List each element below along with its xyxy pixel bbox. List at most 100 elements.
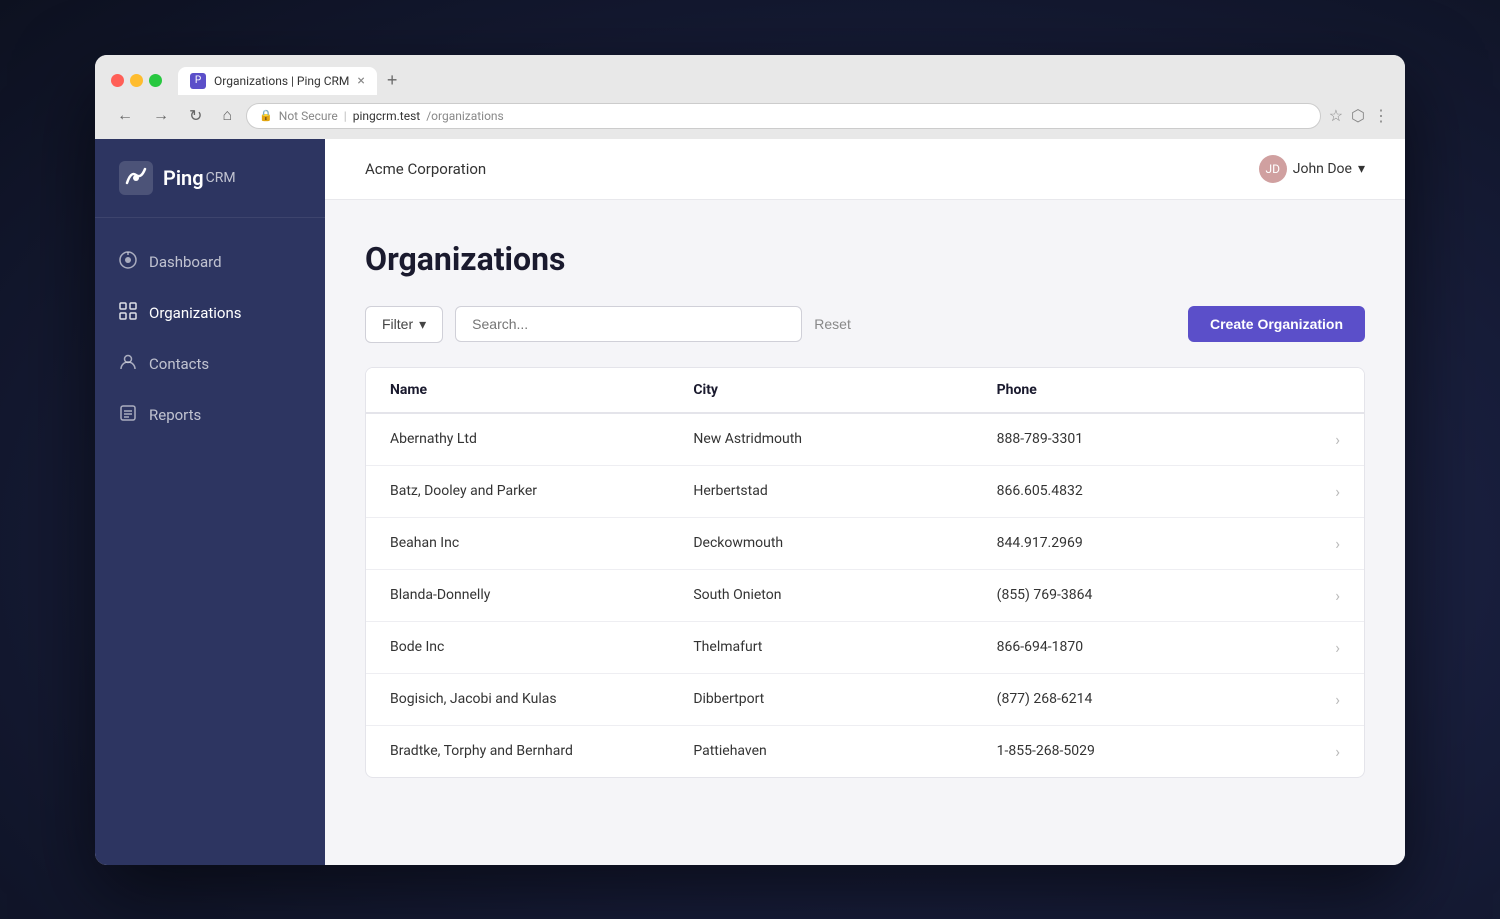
browser-chrome: P Organizations | Ping CRM × + ← → ↻ ⌂ 🔒… bbox=[95, 55, 1405, 139]
top-bar: Acme Corporation JD John Doe ▾ bbox=[325, 139, 1405, 200]
cell-name: Bradtke, Torphy and Bernhard bbox=[390, 743, 693, 759]
cell-city: Deckowmouth bbox=[693, 535, 996, 551]
cell-phone: 866.605.4832 bbox=[997, 483, 1300, 499]
dashboard-icon bbox=[119, 251, 137, 274]
sidebar-item-organizations[interactable]: Organizations bbox=[95, 289, 325, 338]
minimize-button[interactable] bbox=[130, 74, 143, 87]
table-row[interactable]: Abernathy Ltd New Astridmouth 888-789-33… bbox=[366, 414, 1364, 466]
toolbar: Filter ▾ Reset Create Organization bbox=[365, 306, 1365, 343]
cell-city: New Astridmouth bbox=[693, 431, 996, 447]
table-body: Abernathy Ltd New Astridmouth 888-789-33… bbox=[366, 414, 1364, 777]
contacts-icon bbox=[119, 353, 137, 376]
page-title: Organizations bbox=[365, 240, 1365, 278]
cell-name: Batz, Dooley and Parker bbox=[390, 483, 693, 499]
url-domain: pingcrm.test bbox=[353, 109, 420, 123]
table-row[interactable]: Bradtke, Torphy and Bernhard Pattiehaven… bbox=[366, 726, 1364, 777]
menu-icon[interactable]: ⋮ bbox=[1373, 106, 1389, 125]
cell-city: Herbertstad bbox=[693, 483, 996, 499]
organizations-table: Name City Phone Abernathy Ltd New Astrid… bbox=[365, 367, 1365, 778]
browser-window: P Organizations | Ping CRM × + ← → ↻ ⌂ 🔒… bbox=[95, 55, 1405, 865]
logo-text: PingCRM bbox=[163, 166, 236, 190]
url-path: /organizations bbox=[426, 109, 504, 123]
sidebar: PingCRM Dashboard bbox=[95, 139, 325, 865]
sidebar-item-dashboard-label: Dashboard bbox=[149, 253, 222, 271]
lock-icon: 🔒 bbox=[259, 109, 273, 122]
row-chevron-icon: › bbox=[1300, 534, 1340, 553]
table-header: Name City Phone bbox=[366, 368, 1364, 414]
row-chevron-icon: › bbox=[1300, 482, 1340, 501]
col-header-phone: Phone bbox=[997, 382, 1300, 398]
not-secure-label: Not Secure bbox=[279, 109, 338, 123]
reset-button[interactable]: Reset bbox=[814, 316, 851, 332]
organizations-icon bbox=[119, 302, 137, 325]
row-chevron-icon: › bbox=[1300, 430, 1340, 449]
user-menu[interactable]: JD John Doe ▾ bbox=[1259, 155, 1365, 183]
home-button[interactable]: ⌂ bbox=[216, 105, 238, 127]
cell-name: Blanda-Donnelly bbox=[390, 587, 693, 603]
tab-bar: P Organizations | Ping CRM × + bbox=[178, 67, 403, 95]
active-tab[interactable]: P Organizations | Ping CRM × bbox=[178, 67, 377, 95]
user-avatar: JD bbox=[1259, 155, 1287, 183]
cell-name: Bode Inc bbox=[390, 639, 693, 655]
sidebar-logo: PingCRM bbox=[95, 139, 325, 218]
row-chevron-icon: › bbox=[1300, 586, 1340, 605]
table-row[interactable]: Bode Inc Thelmafurt 866-694-1870 › bbox=[366, 622, 1364, 674]
cell-city: Dibbertport bbox=[693, 691, 996, 707]
sidebar-item-dashboard[interactable]: Dashboard bbox=[95, 238, 325, 287]
reports-icon bbox=[119, 404, 137, 427]
row-chevron-icon: › bbox=[1300, 690, 1340, 709]
cell-name: Abernathy Ltd bbox=[390, 431, 693, 447]
org-name: Acme Corporation bbox=[365, 160, 486, 178]
cell-phone: 866-694-1870 bbox=[997, 639, 1300, 655]
table-row[interactable]: Beahan Inc Deckowmouth 844.917.2969 › bbox=[366, 518, 1364, 570]
col-header-name: Name bbox=[390, 382, 693, 398]
filter-label: Filter bbox=[382, 316, 413, 332]
new-tab-button[interactable]: + bbox=[381, 68, 404, 93]
filter-chevron-icon: ▾ bbox=[419, 316, 426, 333]
cell-phone: 1-855-268-5029 bbox=[997, 743, 1300, 759]
col-header-city: City bbox=[693, 382, 996, 398]
extension-icon[interactable]: ⬡ bbox=[1351, 106, 1365, 125]
url-bar[interactable]: 🔒 Not Secure | pingcrm.test /organizatio… bbox=[246, 103, 1321, 129]
back-button[interactable]: ← bbox=[111, 105, 139, 127]
table-row[interactable]: Blanda-Donnelly South Onieton (855) 769-… bbox=[366, 570, 1364, 622]
sidebar-item-organizations-label: Organizations bbox=[149, 304, 242, 322]
close-button[interactable] bbox=[111, 74, 124, 87]
sidebar-item-contacts[interactable]: Contacts bbox=[95, 340, 325, 389]
cell-phone: (877) 268-6214 bbox=[997, 691, 1300, 707]
cell-phone: 888-789-3301 bbox=[997, 431, 1300, 447]
bookmark-icon[interactable]: ☆ bbox=[1329, 106, 1343, 125]
sidebar-item-reports[interactable]: Reports bbox=[95, 391, 325, 440]
ping-logo-icon bbox=[119, 161, 153, 195]
main-content: Acme Corporation JD John Doe ▾ Organizat… bbox=[325, 139, 1405, 865]
sidebar-item-reports-label: Reports bbox=[149, 406, 201, 424]
fullscreen-button[interactable] bbox=[149, 74, 162, 87]
cell-name: Bogisich, Jacobi and Kulas bbox=[390, 691, 693, 707]
row-chevron-icon: › bbox=[1300, 742, 1340, 761]
create-organization-button[interactable]: Create Organization bbox=[1188, 306, 1365, 342]
user-menu-chevron: ▾ bbox=[1358, 161, 1365, 177]
sidebar-item-contacts-label: Contacts bbox=[149, 355, 209, 373]
reload-button[interactable]: ↻ bbox=[183, 104, 208, 128]
cell-name: Beahan Inc bbox=[390, 535, 693, 551]
row-chevron-icon: › bbox=[1300, 638, 1340, 657]
traffic-lights bbox=[111, 74, 162, 87]
tab-title: Organizations | Ping CRM bbox=[214, 74, 349, 88]
cell-phone: (855) 769-3864 bbox=[997, 587, 1300, 603]
cell-city: South Onieton bbox=[693, 587, 996, 603]
table-row[interactable]: Batz, Dooley and Parker Herbertstad 866.… bbox=[366, 466, 1364, 518]
content-area: Organizations Filter ▾ Reset Create Orga… bbox=[325, 200, 1405, 865]
search-input[interactable] bbox=[455, 306, 802, 342]
tab-favicon: P bbox=[190, 73, 206, 89]
filter-button[interactable]: Filter ▾ bbox=[365, 306, 443, 343]
cell-phone: 844.917.2969 bbox=[997, 535, 1300, 551]
sidebar-nav: Dashboard Organizations bbox=[95, 218, 325, 460]
table-row[interactable]: Bogisich, Jacobi and Kulas Dibbertport (… bbox=[366, 674, 1364, 726]
address-bar-actions: ☆ ⬡ ⋮ bbox=[1329, 106, 1389, 125]
url-separator: | bbox=[344, 109, 347, 123]
cell-city: Pattiehaven bbox=[693, 743, 996, 759]
user-name: John Doe bbox=[1293, 161, 1352, 177]
tab-close-button[interactable]: × bbox=[357, 74, 364, 88]
cell-city: Thelmafurt bbox=[693, 639, 996, 655]
forward-button[interactable]: → bbox=[147, 105, 175, 127]
